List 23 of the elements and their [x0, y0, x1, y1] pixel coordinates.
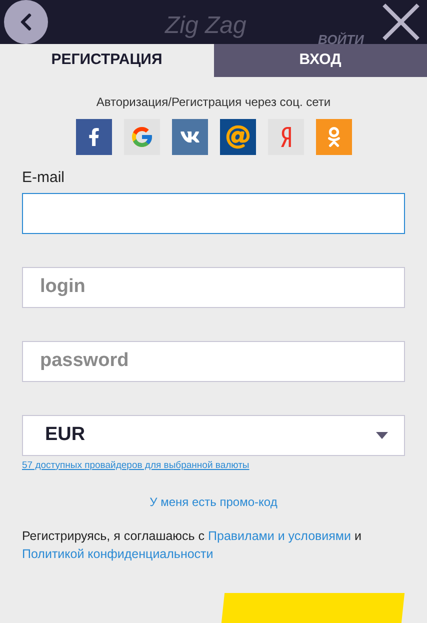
promo-code-link[interactable]: У меня есть промо-код	[150, 493, 278, 511]
input-field[interactable]: login	[22, 266, 405, 308]
mail-login-button[interactable]	[220, 119, 256, 156]
google-icon	[130, 125, 154, 150]
tab[interactable]: ВХОД	[214, 44, 427, 78]
privacy-link[interactable]: Политикой конфиденциальности	[22, 547, 214, 561]
field-label: E-mail	[22, 168, 66, 188]
logo: Zig Zag	[165, 12, 246, 40]
yandex-login-button[interactable]	[268, 119, 304, 156]
terms-text: Регистрируясь, я соглашаюсь с Правилами и условиями и Политикой конфиденциальности	[22, 528, 362, 563]
input-field[interactable]	[22, 192, 405, 234]
close-icon	[381, 2, 421, 42]
social-caption: Авторизация/Регистрация через соц. сети	[95, 94, 332, 112]
providers-link[interactable]: 57 доступных провайдеров для выбранной валюты	[22, 458, 250, 473]
at-sign-icon	[226, 125, 250, 150]
facebook-login-button[interactable]	[76, 119, 112, 156]
google-login-button[interactable]	[124, 119, 160, 156]
back-button[interactable]	[4, 0, 48, 44]
currency-select[interactable]: EUR	[22, 414, 405, 456]
rules-link[interactable]: Правилами и условиями	[208, 529, 352, 543]
dropdown-caret-icon	[376, 432, 388, 439]
vk-login-button[interactable]	[172, 119, 208, 156]
input-field[interactable]: password	[22, 340, 405, 382]
